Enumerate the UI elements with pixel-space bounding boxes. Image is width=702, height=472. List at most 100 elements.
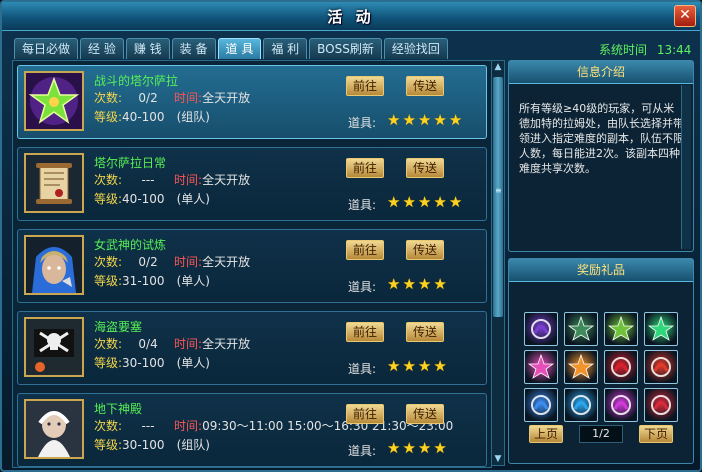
count-time-line: 次数: --- 时间:全天开放 (94, 171, 250, 188)
close-button[interactable]: ✕ (674, 5, 696, 27)
item-label: 道具: (348, 198, 377, 212)
star-icon: ★ (387, 439, 401, 457)
team-type: (组队) (176, 110, 210, 124)
activity-row[interactable]: 地下神殿 次数: --- 时间:09:30～11:00 15:00～16:30 21:… (17, 393, 487, 467)
count-value: 0/4 (138, 337, 158, 351)
go-button[interactable]: 前往 (346, 158, 384, 178)
count-label: 次数: (94, 173, 123, 187)
tab-1[interactable]: 经 验 (80, 38, 124, 59)
red-swirl-icon[interactable] (644, 350, 678, 384)
star-icon: ★ (417, 357, 432, 375)
level-line: 等级:31-100 (单人) (94, 272, 210, 289)
magenta-rune-icon[interactable] (604, 388, 638, 422)
star-icon: ★ (402, 193, 416, 211)
tab-3[interactable]: 装 备 (171, 38, 216, 59)
team-type: (单人) (176, 274, 210, 288)
tab-5[interactable]: 福 利 (263, 38, 308, 59)
info-panel-title: 信息介绍 (509, 61, 693, 84)
scroll-icon (24, 153, 84, 213)
emerald-star-icon[interactable] (644, 312, 678, 346)
info-panel-scrollbar[interactable] (681, 85, 691, 249)
star-icon: ★ (417, 275, 432, 293)
title-bar[interactable]: 活 动 ✕ (2, 2, 700, 31)
item-rating: ★ ★ ★ ★ (387, 276, 447, 292)
teleport-button[interactable]: 传送 (406, 240, 444, 260)
system-time: 系统时间 13:44 (599, 41, 691, 58)
pink-star-icon[interactable] (524, 350, 558, 384)
tab-6[interactable]: BOSS刷新 (309, 38, 382, 59)
time-value: 全天开放 (202, 173, 251, 187)
count-value: 0/2 (138, 91, 158, 105)
teleport-button[interactable]: 传送 (406, 322, 444, 342)
activity-list-scrollbar[interactable]: ▲ ≡ ▼ (491, 60, 505, 466)
item-label: 道具: (348, 116, 377, 130)
star-icon: ★ (417, 439, 432, 457)
red-rune-icon[interactable] (604, 350, 638, 384)
star-icon: ★ (433, 275, 447, 293)
star-icon: ★ (448, 111, 463, 129)
item-label: 道具: (348, 280, 377, 294)
level-value: 40-100 (122, 192, 165, 206)
teleport-button[interactable]: 传送 (406, 158, 444, 178)
window-title: 活 动 (327, 8, 375, 26)
reward-grid (524, 312, 680, 422)
star-icon: ★ (387, 193, 401, 211)
red-claw-icon[interactable] (644, 388, 678, 422)
blue-orb-icon[interactable] (564, 388, 598, 422)
pirate-flag-icon (24, 317, 84, 377)
go-button[interactable]: 前往 (346, 404, 384, 424)
activity-row[interactable]: 女武神的试炼 次数: 0/2 时间:全天开放 等级:31-100 (单人) 前往 传送 道具: ★… (17, 229, 487, 303)
level-value: 40-100 (122, 110, 165, 124)
dark-star-icon[interactable] (564, 312, 598, 346)
tab-4[interactable]: 道 具 (217, 38, 262, 59)
teleport-button[interactable]: 传送 (406, 404, 444, 424)
level-label: 等级: (94, 274, 123, 288)
count-time-line: 次数: 0/2 时间:全天开放 (94, 89, 250, 106)
item-rating: ★ ★ ★ ★ ★ (387, 194, 462, 210)
page-indicator: 1/2 (579, 425, 623, 443)
star-icon: ★ (387, 111, 401, 129)
info-panel: 信息介绍 所有等级≥40级的玩家，可从米德加特的拉姆处，由队长选择并带领进入指定… (508, 60, 694, 252)
star-icon: ★ (417, 111, 432, 129)
green-star-icon[interactable] (604, 312, 638, 346)
tab-2[interactable]: 赚 钱 (125, 38, 170, 59)
scroll-thumb[interactable]: ≡ (493, 77, 503, 317)
tab-0[interactable]: 每日必做 (14, 38, 79, 59)
tab-7[interactable]: 经验找回 (383, 38, 448, 59)
item-rating: ★ ★ ★ ★ (387, 358, 447, 374)
activity-row[interactable]: 海盗要塞 次数: 0/4 时间:全天开放 等级:30-100 (单人) 前往 传送 道具: ★ ★ ★… (17, 311, 487, 385)
item-label: 道具: (348, 362, 377, 376)
info-panel-text: 所有等级≥40级的玩家，可从米德加特的拉姆处，由队长选择并带领进入指定难度的副本… (519, 102, 684, 175)
tab-bar: 每日必做经 验赚 钱装 备道 具福 利 BOSS刷新 经验找回 (14, 38, 448, 60)
rewards-panel-title: 奖励礼品 (509, 259, 693, 282)
prev-page-button[interactable]: 上页 (529, 425, 563, 443)
scroll-down-arrow-icon[interactable]: ▼ (493, 454, 503, 464)
star-icon: ★ (433, 439, 447, 457)
time-label: 时间: (174, 419, 203, 433)
level-label: 等级: (94, 438, 123, 452)
level-line: 等级:40-100 (单人) (94, 190, 210, 207)
activity-row[interactable]: 战斗的塔尔萨拉 次数: 0/2 时间:全天开放 等级:40-100 (组队) 前往 传送 道具:… (17, 65, 487, 139)
activity-row[interactable]: 塔尔萨拉日常 次数: --- 时间:全天开放 等级:40-100 (单人) 前往 传送 道具: ★… (17, 147, 487, 221)
activity-window: 活 动 ✕ 每日必做经 验赚 钱装 备道 具福 利 BOSS刷新 经验找回 系统时间… (0, 0, 702, 472)
activity-name: 战斗的塔尔萨拉 (94, 74, 179, 88)
level-label: 等级: (94, 192, 123, 206)
scroll-up-arrow-icon[interactable]: ▲ (493, 62, 503, 72)
item-rating: ★ ★ ★ ★ (387, 440, 447, 456)
activity-list[interactable]: 战斗的塔尔萨拉 次数: 0/2 时间:全天开放 等级:40-100 (组队) 前往 传送 道具:… (12, 60, 492, 468)
go-button[interactable]: 前往 (346, 76, 384, 96)
count-label: 次数: (94, 419, 123, 433)
team-type: (单人) (176, 356, 210, 370)
time-value: 全天开放 (202, 337, 251, 351)
teleport-button[interactable]: 传送 (406, 76, 444, 96)
next-page-button[interactable]: 下页 (639, 425, 673, 443)
level-value: 31-100 (122, 274, 165, 288)
orange-star-icon[interactable] (564, 350, 598, 384)
level-value: 30-100 (122, 438, 165, 452)
purple-orb-icon[interactable] (524, 312, 558, 346)
blue-rune-icon[interactable] (524, 388, 558, 422)
valkyrie-portrait-icon (24, 235, 84, 295)
time-label: 时间: (174, 337, 203, 351)
go-button[interactable]: 前往 (346, 240, 384, 260)
go-button[interactable]: 前往 (346, 322, 384, 342)
